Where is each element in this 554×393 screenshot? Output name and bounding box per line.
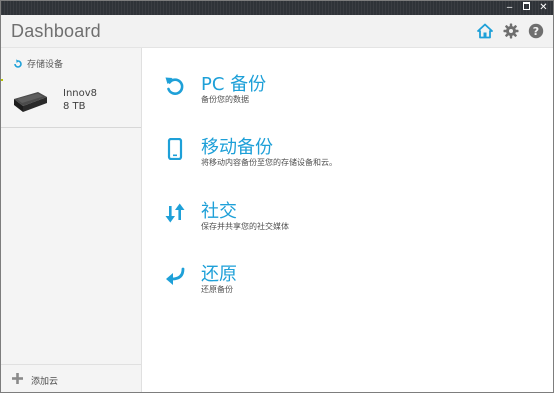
- app-window: ‒ ✕ Dashboard ? 存储设备 Innov8 8 TB 添加云 PC …: [0, 0, 554, 393]
- return-arrow-icon: [166, 267, 185, 285]
- app-header: Dashboard ?: [1, 15, 553, 48]
- device-item[interactable]: Innov8 8 TB: [1, 75, 141, 128]
- plus-icon: [12, 373, 23, 384]
- restore-description: 还原备份: [201, 285, 233, 294]
- sidebar: 存储设备 Innov8 8 TB 添加云: [1, 48, 142, 392]
- mobile-backup-action[interactable]: 移动备份 将移动内容备份至您的存储设备和云。: [160, 133, 540, 179]
- pc-backup-action[interactable]: PC 备份 备份您的数据: [160, 70, 540, 116]
- window-titlebar[interactable]: ‒ ✕: [1, 1, 553, 15]
- restore-action[interactable]: 还原 还原备份: [160, 260, 540, 306]
- main-panel: PC 备份 备份您的数据 移动备份 将移动内容备份至您的存储设备和云。 社交 保…: [142, 48, 553, 392]
- social-action[interactable]: 社交 保存并共享您的社交媒体: [160, 197, 540, 243]
- maximize-icon: [523, 2, 530, 10]
- restore-title: 还原: [201, 264, 237, 285]
- page-title: Dashboard: [11, 21, 101, 41]
- add-cloud-button[interactable]: 添加云: [1, 364, 141, 392]
- home-icon[interactable]: [477, 23, 493, 39]
- social-description: 保存并共享您的社交媒体: [201, 222, 289, 231]
- help-icon[interactable]: ?: [528, 23, 544, 39]
- device-name: Innov8: [63, 88, 98, 99]
- minimize-button[interactable]: ‒: [501, 1, 518, 15]
- pc-backup-title: PC 备份: [201, 74, 267, 95]
- storage-devices-heading: 存储设备: [13, 57, 63, 70]
- add-cloud-label: 添加云: [31, 377, 59, 387]
- gear-icon[interactable]: [503, 23, 519, 39]
- social-title: 社交: [201, 201, 237, 222]
- up-down-arrows-icon: [165, 203, 185, 223]
- mobile-phone-icon: [167, 138, 183, 160]
- storage-heading-label: 存储设备: [27, 60, 64, 70]
- mobile-backup-description: 将移动内容备份至您的存储设备和云。: [201, 158, 337, 167]
- svg-text:?: ?: [533, 25, 539, 38]
- pc-backup-description: 备份您的数据: [201, 95, 249, 104]
- refresh-icon[interactable]: [13, 59, 23, 69]
- hard-drive-icon: [14, 92, 47, 112]
- selection-marker: [1, 79, 3, 81]
- maximize-button[interactable]: [518, 1, 535, 15]
- device-capacity: 8 TB: [63, 101, 86, 112]
- mobile-backup-title: 移动备份: [201, 137, 273, 158]
- close-button[interactable]: ✕: [535, 1, 552, 15]
- backup-restore-arrow-icon: [165, 77, 184, 95]
